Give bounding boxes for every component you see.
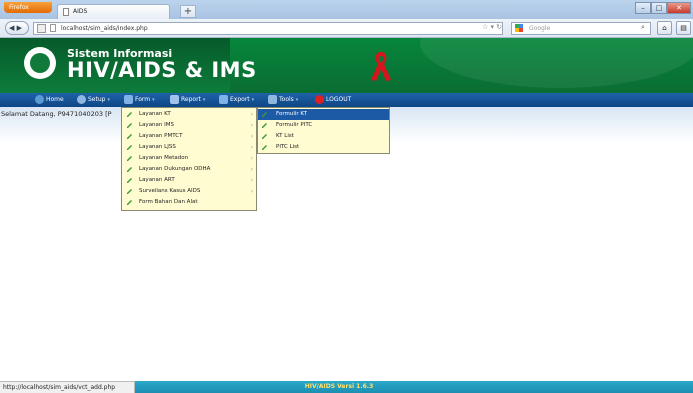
pencil-icon — [262, 123, 267, 128]
welcome-text: Selamat Datang, P9471040203 [P — [1, 110, 112, 118]
pencil-icon — [127, 156, 132, 161]
firefox-menu-button[interactable]: Firefox — [4, 2, 52, 13]
pencil-icon — [127, 200, 132, 205]
tab-title: AIDS — [73, 8, 88, 15]
kt-submenu: Formulir KT Formulir PITC KT List PITC L… — [257, 107, 390, 154]
chevron-down-icon: ▾ — [152, 97, 155, 103]
identity-icon[interactable] — [37, 24, 46, 33]
new-tab-button[interactable]: + — [180, 5, 196, 18]
chevron-right-icon: › — [250, 133, 253, 140]
back-forward-button[interactable]: ◀ ▶ — [5, 21, 29, 35]
pencil-icon — [127, 112, 132, 117]
power-icon — [315, 95, 324, 104]
menu-item-layanan-dukungan-odha[interactable]: Layanan Dukungan ODHA › — [122, 164, 256, 175]
pencil-icon — [262, 145, 267, 150]
tools-icon — [268, 95, 277, 104]
menu-item-layanan-pmtct[interactable]: Layanan PMTCT › — [122, 131, 256, 142]
chevron-down-icon: ▾ — [251, 97, 255, 103]
menu-item-form-bahan-dan-alat[interactable]: Form Bahan Dan Alat — [122, 197, 256, 208]
chevron-right-icon: › — [250, 155, 253, 162]
setup-icon — [77, 95, 86, 104]
home-icon[interactable]: ⌂ — [657, 21, 672, 35]
chevron-right-icon: › — [250, 177, 253, 184]
menu-item-layanan-metadon[interactable]: Layanan Metadon › — [122, 153, 256, 164]
chevron-down-icon: ▾ — [107, 97, 110, 103]
chevron-right-icon: › — [250, 188, 253, 195]
form-dropdown-menu: Layanan KT › Layanan IMS › Layanan PMTCT › … — [121, 107, 257, 211]
chevron-down-icon: ▾ — [202, 97, 206, 103]
red-ribbon-icon — [371, 52, 391, 81]
menu-setup[interactable]: Setup ▾ — [77, 93, 110, 107]
chevron-down-icon: ▾ — [295, 97, 299, 103]
menu-item-pitc-list[interactable]: PITC List — [258, 142, 389, 153]
chevron-right-icon: › — [250, 144, 253, 151]
pencil-icon — [262, 134, 267, 139]
export-icon — [219, 95, 228, 104]
menu-export[interactable]: Export ▾ — [219, 93, 254, 107]
chevron-right-icon: › — [250, 122, 253, 129]
close-icon[interactable]: ✕ — [667, 2, 691, 14]
menu-item-formulir-kt[interactable]: Formulir KT — [258, 109, 389, 120]
bookmark-star-icon[interactable]: ☆ ▾ ↻ — [482, 23, 502, 31]
pencil-icon — [127, 134, 132, 139]
maximize-icon[interactable]: □ — [651, 2, 667, 14]
google-icon[interactable] — [515, 24, 523, 32]
bookmarks-icon[interactable]: ▤ — [676, 21, 691, 35]
pencil-icon — [127, 167, 132, 172]
home-icon — [35, 95, 44, 104]
menu-item-layanan-ljss[interactable]: Layanan LJSS › — [122, 142, 256, 153]
minimize-icon[interactable]: – — [635, 2, 651, 14]
pencil-icon — [262, 112, 267, 117]
page-icon — [50, 24, 56, 32]
status-bar-url: http://localhost/sim_aids/vct_add.php — [0, 381, 135, 393]
menu-item-layanan-ims[interactable]: Layanan IMS › — [122, 120, 256, 131]
page-icon — [63, 8, 69, 16]
menu-form[interactable]: Form ▾ — [124, 93, 155, 107]
ministry-logo-icon — [24, 47, 56, 79]
report-icon — [170, 95, 179, 104]
pencil-icon — [127, 123, 132, 128]
menu-item-layanan-art[interactable]: Layanan ART › — [122, 175, 256, 186]
url-text[interactable]: localhost/sim_aids/index.php — [61, 24, 148, 33]
pencil-icon — [127, 178, 132, 183]
pencil-icon — [127, 145, 132, 150]
menu-item-layanan-kt[interactable]: Layanan KT › — [122, 109, 256, 120]
search-placeholder: Google — [529, 25, 551, 32]
menu-report[interactable]: Report ▾ — [170, 93, 205, 107]
chevron-right-icon: › — [250, 166, 253, 173]
footer-version: HIV/AIDS Versi 1.6.3 — [135, 381, 693, 393]
menu-item-kt-list[interactable]: KT List — [258, 131, 389, 142]
menu-logout[interactable]: LOGOUT — [315, 93, 351, 107]
menu-tools[interactable]: Tools ▾ — [268, 93, 298, 107]
menu-home[interactable]: Home — [35, 93, 64, 107]
browser-tab[interactable]: AIDS — [57, 4, 170, 19]
menu-item-formulir-pitc[interactable]: Formulir PITC — [258, 120, 389, 131]
pencil-icon — [127, 189, 132, 194]
menu-item-surveilans-kasus-aids[interactable]: Surveilans Kasus AIDS › — [122, 186, 256, 197]
form-icon — [124, 95, 133, 104]
header-title: HIV/AIDS & IMS — [67, 58, 257, 82]
search-icon[interactable]: ⌕ — [641, 23, 645, 32]
chevron-right-icon: › — [250, 111, 253, 118]
